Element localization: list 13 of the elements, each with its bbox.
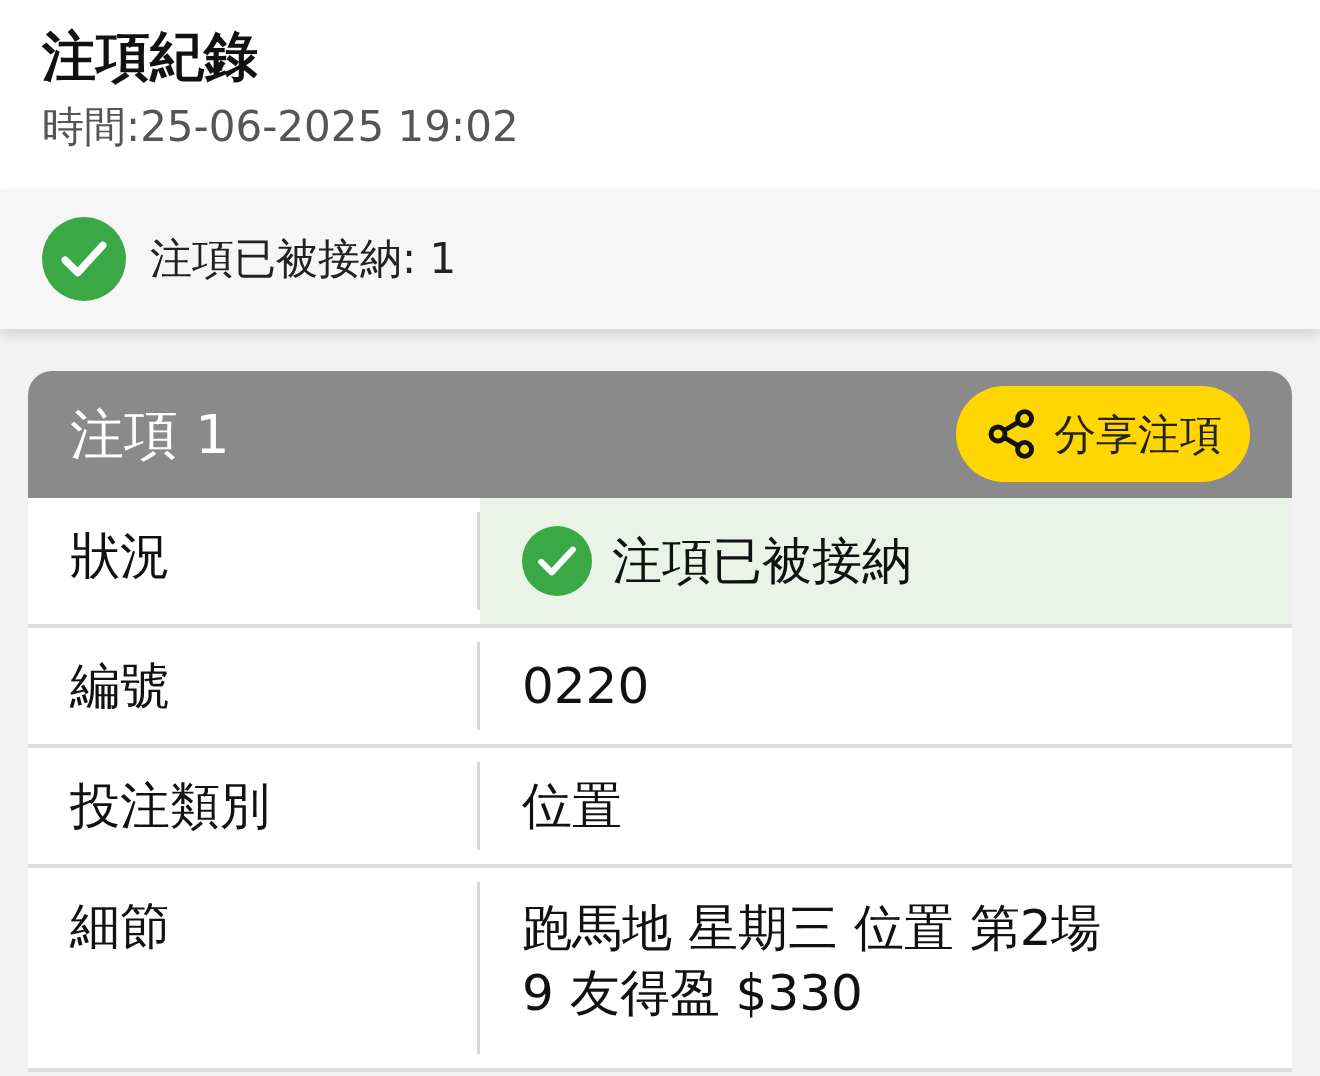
bet-title: 注項 1 (70, 401, 230, 468)
row-label: 編號 (28, 641, 480, 730)
row-label: 投注類別 (28, 761, 480, 850)
summary-text: 注項已被接納: 1 (150, 233, 457, 286)
detail-line: 9 友得盈 $330 (522, 962, 864, 1024)
row-value: 位置 (522, 775, 622, 836)
page-title: 注項紀錄 (42, 24, 259, 90)
share-button[interactable]: 分享注項 (956, 386, 1250, 483)
time-text: 時間:25-06-2025 19:02 (42, 101, 520, 154)
row-value: 0220 (522, 655, 650, 716)
status-text: 注項已被接納 (612, 530, 912, 591)
detail-line: 跑馬地 星期三 位置 第2場 (522, 897, 1102, 959)
row-label: 細節 (28, 881, 480, 1054)
